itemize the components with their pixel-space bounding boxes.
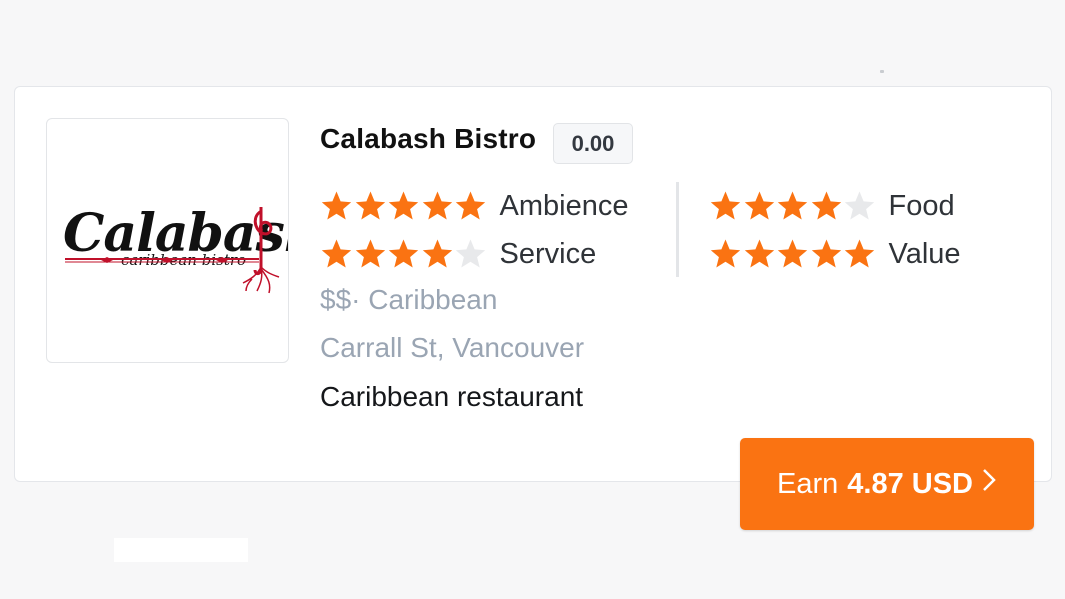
star-filled-icon	[320, 190, 354, 223]
star-filled-icon	[843, 238, 877, 271]
address[interactable]: Carrall St, Vancouver	[320, 332, 584, 364]
earn-prefix: Earn	[777, 467, 839, 500]
ratings-divider	[676, 182, 679, 277]
star-rating	[320, 238, 488, 271]
star-filled-icon	[387, 190, 421, 223]
star-filled-icon	[776, 190, 810, 223]
price-cuisine: $$· Caribbean	[320, 284, 498, 315]
rating-label: Food	[888, 189, 955, 222]
restaurant-logo: Calabash caribbean bistro	[46, 118, 289, 363]
description: Caribbean restaurant	[320, 381, 584, 412]
star-filled-icon	[743, 190, 777, 223]
earn-amount: 4.87 USD	[847, 467, 973, 500]
star-filled-icon	[387, 238, 421, 271]
scroll-indicator	[880, 70, 884, 73]
rating-label: Service	[499, 237, 597, 270]
rating-value: Value	[709, 234, 961, 274]
rating-food: Food	[709, 186, 955, 226]
star-filled-icon	[709, 238, 743, 271]
earn-button[interactable]: Earn 4.87 USD	[740, 438, 1034, 530]
rating-service: Service	[320, 234, 596, 274]
star-empty-icon	[454, 238, 488, 271]
score-badge: 0.00	[553, 123, 633, 164]
star-rating	[320, 190, 488, 223]
star-filled-icon	[776, 238, 810, 271]
footer-placeholder	[114, 538, 248, 562]
calabash-logo-icon: Calabash caribbean bistro	[63, 203, 288, 294]
star-filled-icon	[743, 238, 777, 271]
star-filled-icon	[320, 238, 354, 271]
star-filled-icon	[709, 190, 743, 223]
star-rating	[709, 238, 877, 271]
star-filled-icon	[421, 238, 455, 271]
rating-ambience: Ambience	[320, 186, 628, 226]
star-filled-icon	[354, 238, 388, 271]
star-filled-icon	[421, 190, 455, 223]
star-filled-icon	[810, 238, 844, 271]
star-empty-icon	[843, 190, 877, 223]
star-filled-icon	[810, 190, 844, 223]
chevron-right-icon	[981, 467, 997, 501]
star-rating	[709, 190, 877, 223]
restaurant-name[interactable]: Calabash Bistro	[320, 123, 536, 155]
rating-label: Ambience	[499, 189, 629, 222]
rating-label: Value	[888, 237, 961, 270]
star-filled-icon	[354, 190, 388, 223]
page: Calabash caribbean bistro Calabash Bistr…	[0, 0, 1065, 599]
star-filled-icon	[454, 190, 488, 223]
